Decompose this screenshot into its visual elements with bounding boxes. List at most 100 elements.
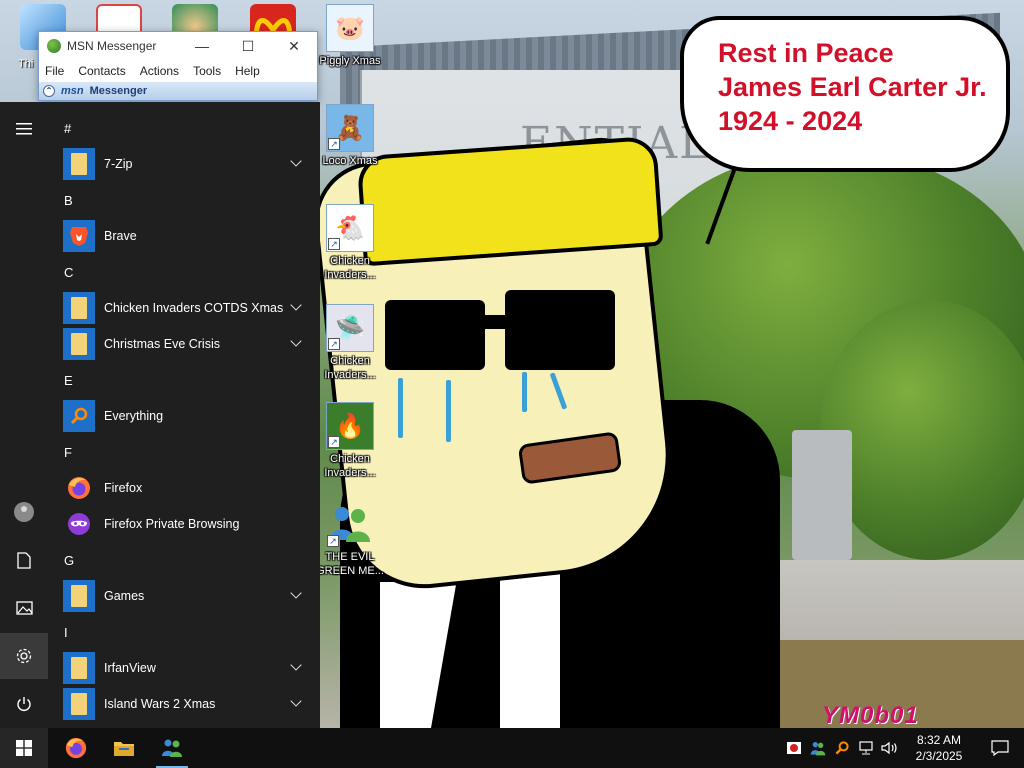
user-account-button[interactable] <box>0 489 48 535</box>
start-button[interactable] <box>0 728 48 768</box>
desktop-icon-label: Chicken Invaders... <box>324 255 376 281</box>
app-island-wars-2-xmas[interactable]: Island Wars 2 Xmas <box>52 686 312 722</box>
messenger-tray-icon[interactable] <box>806 728 830 768</box>
app-firefox-private-browsing[interactable]: Firefox Private Browsing <box>52 506 312 542</box>
msn-banner: ⌃ msn Messenger <box>39 82 317 100</box>
app-everything[interactable]: Everything <box>52 398 312 434</box>
cartoon-figure-sunglasses <box>385 300 485 370</box>
group-header-e[interactable]: E <box>52 362 312 398</box>
hamburger-icon[interactable] <box>0 106 48 152</box>
desktop-icon-chicken-invaders-3[interactable]: 🔥 ↗ Chicken Invaders... <box>312 402 388 480</box>
group-header-c[interactable]: C <box>52 254 312 290</box>
app-label: Christmas Eve Crisis <box>104 337 220 351</box>
close-button[interactable]: ✕ <box>271 32 317 60</box>
taskbar-firefox[interactable] <box>52 728 100 768</box>
power-button[interactable] <box>0 681 48 727</box>
notification-icon <box>991 740 1009 756</box>
folder-icon <box>63 328 95 360</box>
firefox-icon <box>65 737 87 759</box>
settings-icon <box>16 648 32 664</box>
cartoon-figure-tear <box>398 378 403 438</box>
menu-bar: File Contacts Actions Tools Help <box>39 60 317 82</box>
app-label: Games <box>104 589 145 603</box>
app-brave[interactable]: Brave <box>52 218 312 254</box>
cartoon-figure-tear <box>446 380 451 442</box>
chevron-down-icon <box>290 155 302 167</box>
msn-logo: msn <box>61 85 84 97</box>
messenger-people-icon: ↗ <box>326 500 374 548</box>
start-icon <box>16 740 32 756</box>
window-titlebar[interactable]: MSN Messenger — ☐ ✕ <box>39 32 317 60</box>
desktop-icon-evil-green-messenger[interactable]: ↗ THE EVIL GREEN ME... <box>312 500 388 578</box>
user-icon <box>14 502 34 522</box>
maximize-button[interactable]: ☐ <box>225 32 271 60</box>
cartoon-figure-sunglasses-bridge <box>470 315 520 329</box>
desktop-icon-loco-xmas[interactable]: 🧸 ↗ Loco Xmas <box>312 104 388 168</box>
menu-tools[interactable]: Tools <box>193 64 221 78</box>
spaceship-icon: 🛸 ↗ <box>326 304 374 352</box>
desktop-icon-label: Chicken Invaders... <box>324 453 376 479</box>
folder-icon <box>63 580 95 612</box>
clock-date: 2/3/2025 <box>915 749 963 763</box>
chicken-fire-icon: 🔥 ↗ <box>326 402 374 450</box>
cartoon-figure-tear <box>522 372 527 412</box>
desktop-icon-chicken-invaders-2[interactable]: 🛸 ↗ Chicken Invaders... <box>312 304 388 382</box>
app-firefox[interactable]: Firefox <box>52 470 312 506</box>
speech-line: James Earl Carter Jr. <box>718 72 987 102</box>
minimize-button[interactable]: — <box>179 32 225 60</box>
chevron-down-icon <box>290 335 302 347</box>
app-christmas-eve-crisis[interactable]: Christmas Eve Crisis <box>52 326 312 362</box>
documents-button[interactable] <box>0 537 48 583</box>
start-rail <box>0 102 48 728</box>
taskbar: 8:32 AM 2/3/2025 <box>0 728 1024 768</box>
network-icon[interactable] <box>854 728 878 768</box>
firefox-icon <box>63 472 95 504</box>
pictures-icon <box>15 601 33 615</box>
speech-line: 1924 - 2024 <box>718 106 863 136</box>
taskbar-file-explorer[interactable] <box>100 728 148 768</box>
clock[interactable]: 8:32 AM 2/3/2025 <box>902 728 976 768</box>
taskbar-msn-messenger[interactable] <box>148 728 196 768</box>
group-header-b[interactable]: B <box>52 182 312 218</box>
volume-icon[interactable] <box>878 728 902 768</box>
group-header-f[interactable]: F <box>52 434 312 470</box>
folder-icon <box>63 148 95 180</box>
notification-center-button[interactable] <box>976 728 1024 768</box>
cartoon-figure-shirt <box>500 570 560 728</box>
pictures-button[interactable] <box>0 585 48 631</box>
speech-bubble: Rest in Peace James Earl Carter Jr. 1924… <box>680 16 1010 172</box>
app-label: Firefox Private Browsing <box>104 517 240 531</box>
system-tray: 8:32 AM 2/3/2025 <box>782 728 1024 768</box>
desktop-icon-label: Loco Xmas <box>322 155 378 167</box>
app-7zip[interactable]: 7-Zip <box>52 146 312 182</box>
app-label: Firefox <box>104 481 143 495</box>
chevron-down-icon <box>290 659 302 671</box>
app-irfanview[interactable]: IrfanView <box>52 650 312 686</box>
brave-icon <box>63 220 95 252</box>
desktop-icon-piggly-xmas[interactable]: 🐷 Piggly Xmas <box>312 4 388 68</box>
clock-time: 8:32 AM <box>916 733 962 747</box>
file-explorer-icon <box>114 742 134 756</box>
pig-icon: 🐷 <box>326 4 374 52</box>
menu-help[interactable]: Help <box>235 64 260 78</box>
documents-icon <box>17 551 31 569</box>
desktop-icon-label: Piggly Xmas <box>319 55 381 67</box>
msn-messenger-window[interactable]: MSN Messenger — ☐ ✕ File Contacts Action… <box>38 31 318 101</box>
app-label: IrfanView <box>104 661 156 675</box>
app-games[interactable]: Games <box>52 578 312 614</box>
desktop-icon-chicken-invaders-1[interactable]: 🐔 ↗ Chicken Invaders... <box>312 204 388 282</box>
folder-icon <box>63 292 95 324</box>
settings-button[interactable] <box>0 633 48 679</box>
antivirus-icon[interactable] <box>782 728 806 768</box>
app-chicken-invaders-cotds-xmas[interactable]: Chicken Invaders COTDS Xmas <box>52 290 312 326</box>
cartoon-figure-hair <box>356 135 664 267</box>
menu-contacts[interactable]: Contacts <box>78 64 125 78</box>
app-label: Brave <box>104 229 137 243</box>
menu-actions[interactable]: Actions <box>140 64 179 78</box>
everything-tray-icon[interactable] <box>830 728 854 768</box>
group-header-hash[interactable]: # <box>52 110 312 146</box>
group-header-i[interactable]: I <box>52 614 312 650</box>
group-header-g[interactable]: G <box>52 542 312 578</box>
collapse-icon[interactable]: ⌃ <box>43 85 55 97</box>
menu-file[interactable]: File <box>45 64 64 78</box>
